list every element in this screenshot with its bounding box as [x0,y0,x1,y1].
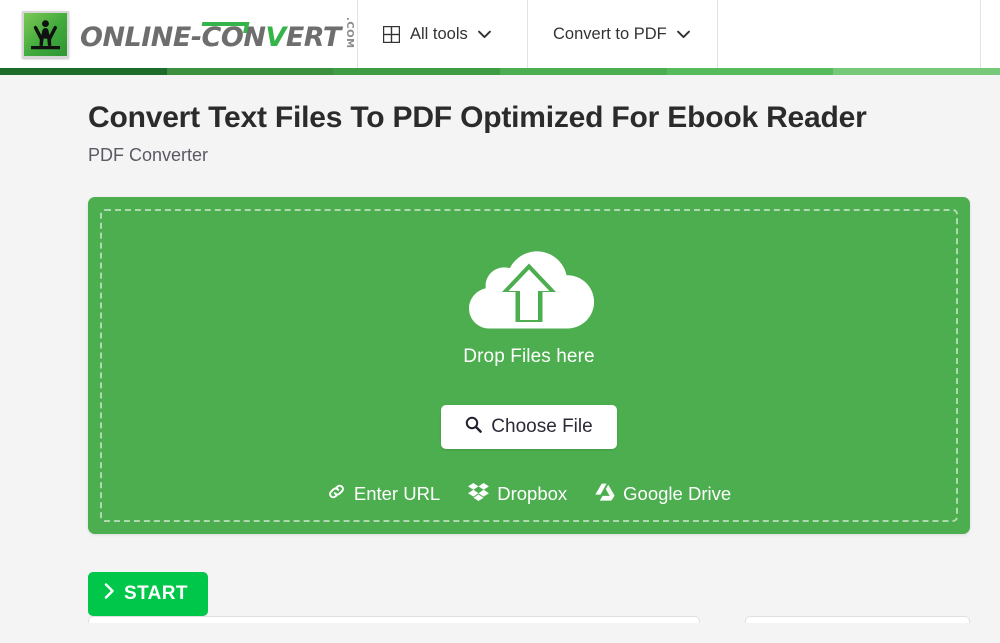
link-icon [327,482,346,506]
dropbox-icon [468,482,490,506]
enter-url-option[interactable]: Enter URL [327,482,440,506]
dropbox-label: Dropbox [497,483,568,504]
stripe-segment-1 [0,68,167,75]
page-subtitle: PDF Converter [88,145,209,165]
search-icon [465,416,483,439]
site-logo[interactable]: ONLINE-CONVERT .COM [0,0,355,68]
nav-convert-to-pdf[interactable]: Convert to PDF [553,0,690,68]
enter-url-label: Enter URL [353,483,441,504]
header-divider [980,0,981,68]
chevron-down-icon [477,30,491,39]
stripe-segment-3 [333,68,501,75]
logo-text-part3: ERT [285,21,341,53]
google-drive-label: Google Drive [623,483,732,504]
dropbox-option[interactable]: Dropbox [468,482,567,506]
lower-panel-right [745,616,970,623]
start-button[interactable]: START [88,572,208,616]
choose-file-label: Choose File [491,416,593,437]
nav-all-tools-label: All tools [410,24,468,43]
brand-gradient-stripe [0,68,1000,75]
logo-text-part1: ONLINE-CON [80,21,266,53]
stripe-segment-5 [666,68,834,75]
header-divider [717,0,718,68]
file-dropzone[interactable]: Drop Files here Choose File Enter URL Dr… [88,197,970,534]
page-body: Convert Text Files To PDF Optimized For … [0,101,1000,643]
nav-convert-to-pdf-label: Convert to PDF [553,24,667,43]
person-raising-arms-icon [22,10,69,58]
stripe-segment-2 [166,68,334,75]
chevron-right-icon [104,583,115,605]
cloud-upload-icon [463,237,595,338]
stripe-segment-6 [833,68,1000,75]
logo-text-part2: V [265,21,286,53]
google-drive-option[interactable]: Google Drive [595,483,731,506]
stripe-segment-4 [500,68,667,75]
google-drive-icon [595,483,615,506]
site-header: ONLINE-CONVERT .COM All tools Convert to… [0,0,1000,68]
lower-panel-left [88,616,700,623]
drop-files-label: Drop Files here [463,346,595,367]
logo-accent-line [201,21,250,26]
header-divider [527,0,528,68]
dropzone-dashed-area: Drop Files here Choose File Enter URL Dr… [100,209,958,522]
choose-file-button[interactable]: Choose File [441,405,617,449]
alternate-sources: Enter URL Dropbox Google Drive [327,482,731,506]
grid-icon [383,25,400,43]
page-title: Convert Text Files To PDF Optimized For … [88,101,867,134]
start-button-label: START [124,583,188,604]
logo-domain-suffix: .COM [343,17,355,49]
logo-wordmark: ONLINE-CONVERT .COM [80,17,355,53]
header-divider [357,0,358,68]
nav-all-tools[interactable]: All tools [383,0,491,68]
chevron-down-icon [676,30,690,39]
